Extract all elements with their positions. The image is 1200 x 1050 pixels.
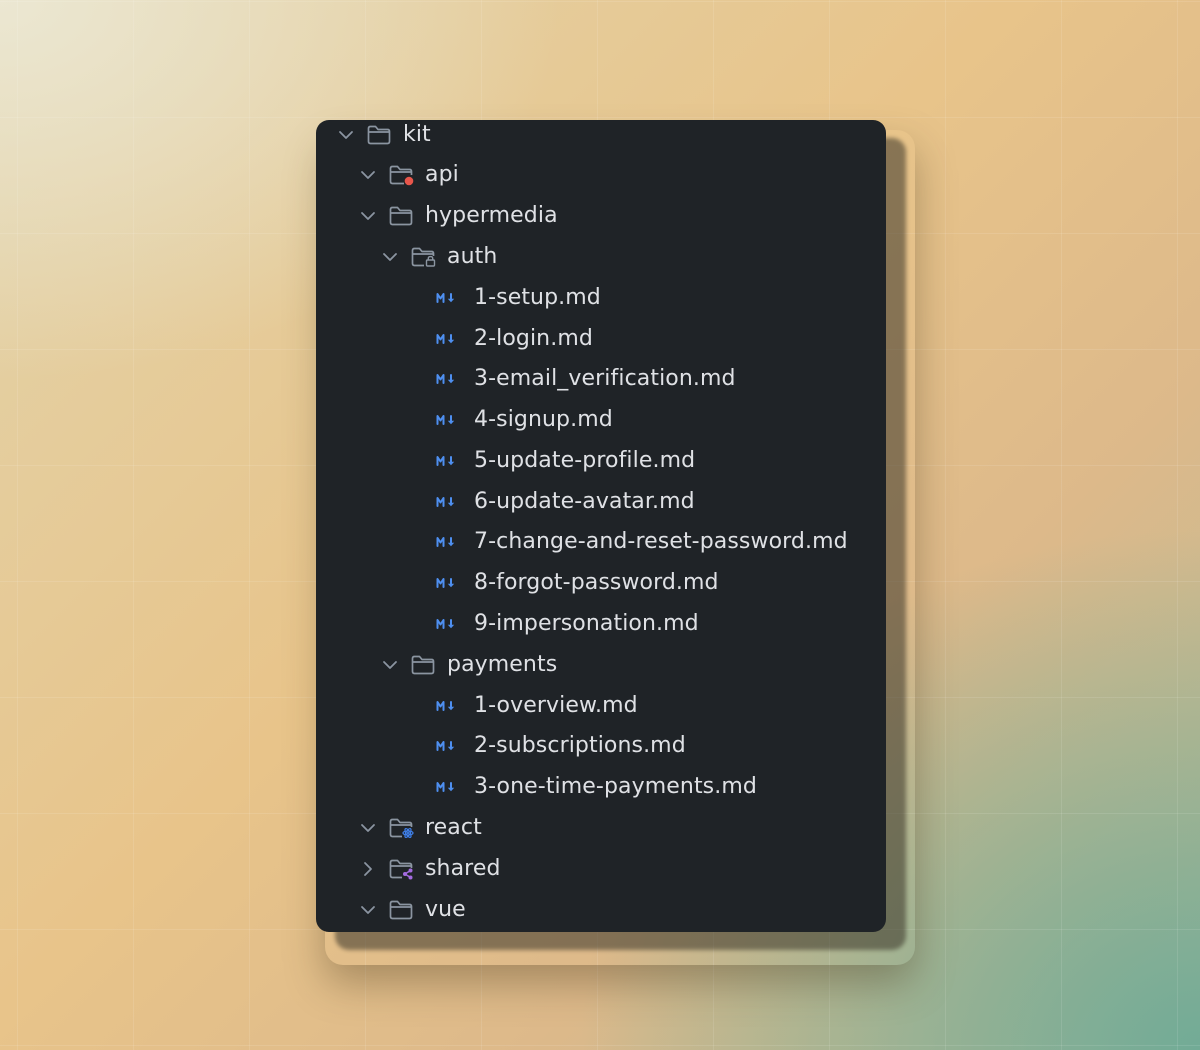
file-label: 4-signup.md bbox=[474, 407, 613, 432]
tree-file[interactable]: 8-forgot-password.md bbox=[316, 563, 886, 603]
tree-folder-react[interactable]: react bbox=[316, 808, 886, 848]
markdown-icon bbox=[436, 617, 462, 631]
tree-file[interactable]: 3-one-time-payments.md bbox=[316, 767, 886, 807]
chevron-down-icon[interactable] bbox=[357, 899, 379, 921]
folder-label-shared: shared bbox=[425, 856, 501, 881]
folder-label-vue: vue bbox=[425, 897, 466, 922]
file-label: 3-email_verification.md bbox=[474, 366, 736, 391]
file-label: 1-setup.md bbox=[474, 285, 601, 310]
tree-file[interactable]: 1-overview.md bbox=[316, 686, 886, 726]
tree-folder-api[interactable]: api bbox=[316, 155, 886, 195]
file-tree-panel: kit api hypermedia auth 1-setup.md 2-log… bbox=[316, 120, 886, 932]
file-label: 2-subscriptions.md bbox=[474, 733, 686, 758]
folder-icon bbox=[365, 123, 393, 147]
markdown-icon bbox=[436, 372, 462, 386]
folder-label-auth: auth bbox=[447, 244, 498, 269]
tree-file[interactable]: 2-login.md bbox=[316, 319, 886, 359]
folder-icon bbox=[409, 653, 437, 677]
file-label: 8-forgot-password.md bbox=[474, 570, 719, 595]
tree-file[interactable]: 5-update-profile.md bbox=[316, 441, 886, 481]
folder-locked-icon bbox=[409, 245, 437, 269]
folder-api-icon bbox=[387, 163, 415, 187]
tree-file[interactable]: 3-email_verification.md bbox=[316, 359, 886, 399]
file-label: 1-overview.md bbox=[474, 693, 638, 718]
folder-label-api: api bbox=[425, 162, 459, 187]
file-label: 7-change-and-reset-password.md bbox=[474, 529, 848, 554]
tree-folder-auth[interactable]: auth bbox=[316, 237, 886, 277]
chevron-down-icon[interactable] bbox=[357, 164, 379, 186]
tree-file[interactable]: 1-setup.md bbox=[316, 278, 886, 318]
markdown-icon bbox=[436, 495, 462, 509]
folder-react-icon bbox=[387, 816, 415, 840]
tree-folder-shared[interactable]: shared bbox=[316, 849, 886, 889]
tree-folder-vue[interactable]: vue bbox=[316, 890, 886, 930]
folder-shared-icon bbox=[387, 857, 415, 881]
tree-file[interactable]: 6-update-avatar.md bbox=[316, 482, 886, 522]
markdown-icon bbox=[436, 413, 462, 427]
chevron-down-icon[interactable] bbox=[357, 817, 379, 839]
markdown-icon bbox=[436, 780, 462, 794]
markdown-icon bbox=[436, 454, 462, 468]
tree-file[interactable]: 9-impersonation.md bbox=[316, 604, 886, 644]
file-label: 9-impersonation.md bbox=[474, 611, 699, 636]
file-label: 2-login.md bbox=[474, 326, 593, 351]
file-label: 5-update-profile.md bbox=[474, 448, 696, 473]
tree-folder-payments[interactable]: payments bbox=[316, 645, 886, 685]
chevron-right-icon[interactable] bbox=[357, 858, 379, 880]
folder-icon bbox=[387, 204, 415, 228]
tree-file[interactable]: 4-signup.md bbox=[316, 400, 886, 440]
markdown-icon bbox=[436, 332, 462, 346]
chevron-down-icon[interactable] bbox=[357, 205, 379, 227]
tree-folder-kit[interactable]: kit bbox=[316, 120, 886, 155]
tree-file[interactable]: 2-subscriptions.md bbox=[316, 726, 886, 766]
folder-label-hypermedia: hypermedia bbox=[425, 203, 558, 228]
folder-label-payments: payments bbox=[447, 652, 558, 677]
folder-label-kit: kit bbox=[403, 122, 431, 147]
file-label: 6-update-avatar.md bbox=[474, 489, 695, 514]
chevron-down-icon[interactable] bbox=[335, 124, 357, 146]
chevron-down-icon[interactable] bbox=[379, 246, 401, 268]
markdown-icon bbox=[436, 739, 462, 753]
markdown-icon bbox=[436, 535, 462, 549]
markdown-icon bbox=[436, 576, 462, 590]
file-label: 3-one-time-payments.md bbox=[474, 774, 757, 799]
folder-icon bbox=[387, 898, 415, 922]
tree-folder-hypermedia[interactable]: hypermedia bbox=[316, 196, 886, 236]
chevron-down-icon[interactable] bbox=[379, 654, 401, 676]
markdown-icon bbox=[436, 291, 462, 305]
tree-file[interactable]: 7-change-and-reset-password.md bbox=[316, 522, 886, 562]
folder-label-react: react bbox=[425, 815, 482, 840]
markdown-icon bbox=[436, 699, 462, 713]
